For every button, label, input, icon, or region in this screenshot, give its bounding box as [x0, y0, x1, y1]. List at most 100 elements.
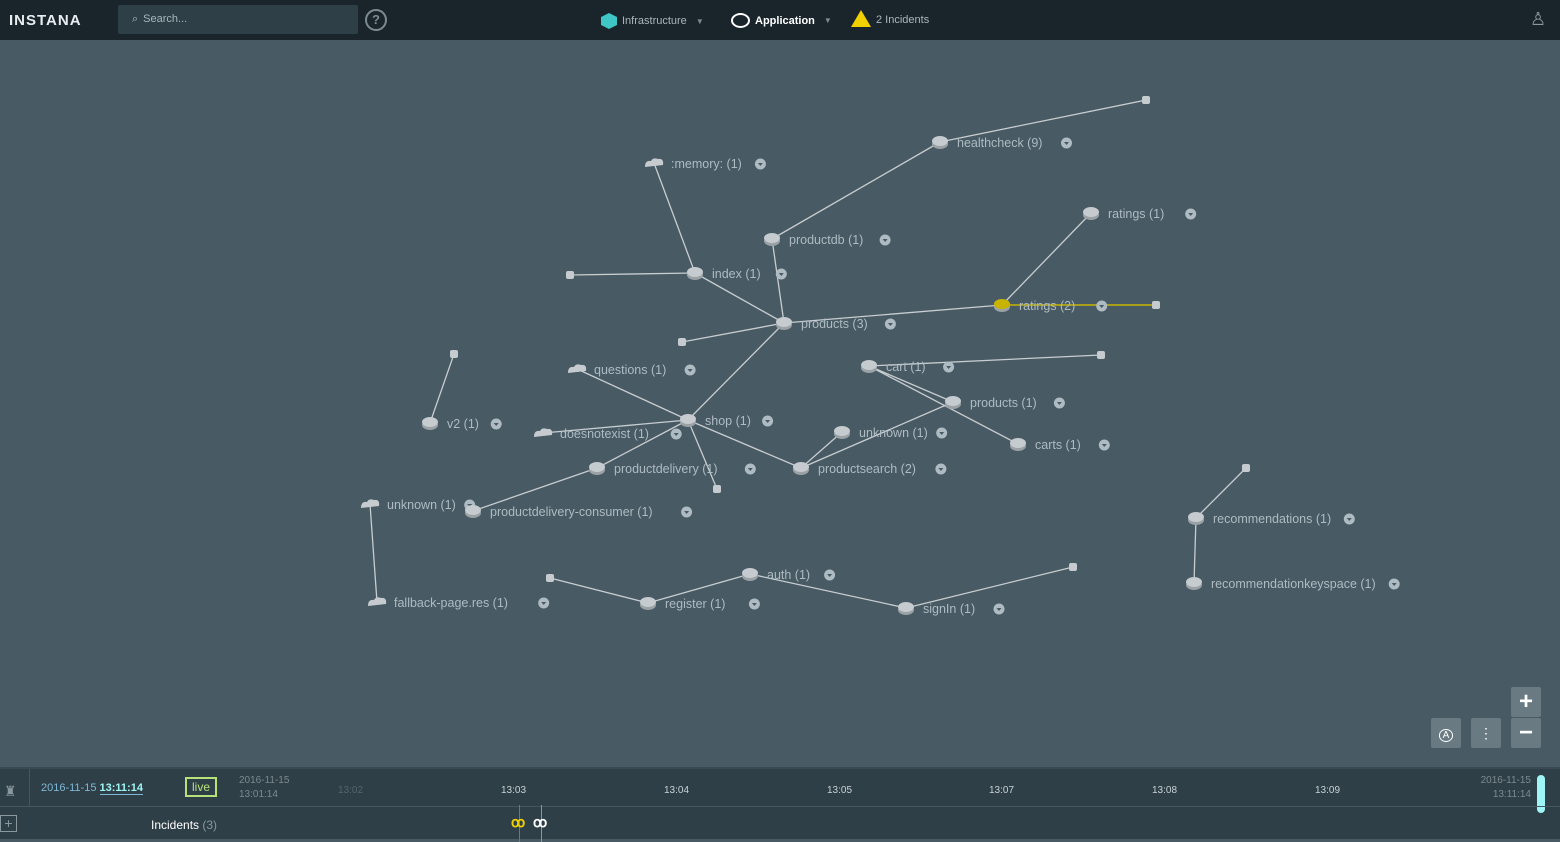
- graph-node[interactable]: doesnotexist (1): [534, 427, 682, 441]
- graph-node[interactable]: productsearch (2): [793, 462, 947, 476]
- pin-icon[interactable]: ♜: [4, 783, 17, 800]
- graph-node[interactable]: fallback-page.res (1): [368, 596, 550, 610]
- node-label: recommendationkeyspace (1): [1211, 577, 1376, 591]
- service-node-top: [834, 426, 850, 436]
- node-label: register (1): [665, 597, 725, 611]
- node-label: unknown (1): [859, 426, 928, 440]
- auto-layout-icon: A: [1438, 729, 1454, 742]
- graph-edge: [369, 503, 378, 603]
- service-node-top: [640, 597, 656, 607]
- nav-infrastructure[interactable]: Infrastructure ▼: [601, 13, 704, 29]
- graph-node[interactable]: shop (1): [680, 414, 774, 428]
- node-label: index (1): [712, 267, 761, 281]
- service-node-top: [465, 505, 481, 515]
- graph-node[interactable]: recommendationkeyspace (1): [1186, 577, 1400, 591]
- graph-node[interactable]: ratings (1): [1083, 207, 1197, 221]
- incidents-count: (3): [202, 818, 218, 832]
- graph-node[interactable]: productdb (1): [764, 233, 891, 247]
- endpoint-icon: [678, 338, 686, 346]
- node-label: productdb (1): [789, 233, 863, 247]
- nav-application[interactable]: Application ▼: [731, 13, 832, 28]
- incident-white-icon[interactable]: ꝏ: [533, 814, 547, 831]
- graph-node[interactable]: [678, 338, 686, 346]
- service-node-top: [742, 568, 758, 578]
- node-label: shop (1): [705, 414, 751, 428]
- top-bar: INSTANA ⌕ Search... ? Infrastructure ▼ App…: [0, 0, 1560, 40]
- graph-node[interactable]: [1142, 96, 1150, 104]
- graph-node[interactable]: [1097, 351, 1105, 359]
- add-track-button[interactable]: +: [0, 815, 17, 832]
- graph-node[interactable]: [1242, 464, 1250, 472]
- graph-node[interactable]: v2 (1): [422, 417, 502, 431]
- graph-node[interactable]: unknown (1): [361, 498, 476, 512]
- current-clock: 13:11:14: [99, 782, 143, 795]
- range-start-date: 2016-11-15: [239, 775, 290, 786]
- graph-node[interactable]: signIn (1): [898, 602, 1005, 616]
- graph-node[interactable]: questions (1): [568, 363, 696, 377]
- search-placeholder: Search...: [143, 13, 188, 25]
- zoom-out-button[interactable]: −: [1511, 718, 1541, 748]
- timeline: ♜ 2016-11-15 13:11:14 live 2016-11-15 13:…: [0, 767, 1560, 842]
- graph-node[interactable]: productdelivery-consumer (1): [465, 505, 693, 519]
- graph-node[interactable]: products (3): [776, 317, 896, 331]
- graph-node[interactable]: auth (1): [742, 568, 836, 582]
- node-label: unknown (1): [387, 498, 456, 512]
- graph-node[interactable]: [1069, 563, 1077, 571]
- node-label: recommendations (1): [1213, 512, 1331, 526]
- instana-logo[interactable]: INSTANA: [9, 12, 82, 29]
- application-graph[interactable]: healthcheck (9) :memory: (1) productdb (1)…: [0, 40, 1560, 767]
- tick-label: 13:05: [827, 785, 853, 796]
- help-button[interactable]: ?: [365, 9, 387, 31]
- incident-yellow-icon[interactable]: ꝏ: [511, 814, 525, 831]
- graph-node[interactable]: [1152, 301, 1160, 309]
- endpoint-icon: [1152, 301, 1160, 309]
- service-node-top: [932, 136, 948, 146]
- cloud-service-icon: [361, 499, 380, 508]
- endpoint-icon: [1242, 464, 1250, 472]
- search-input[interactable]: ⌕ Search...: [118, 5, 358, 34]
- node-label: carts (1): [1035, 438, 1081, 452]
- service-node-top: [994, 299, 1010, 309]
- current-time[interactable]: 2016-11-15 13:11:14: [41, 782, 143, 795]
- graph-node[interactable]: productdelivery (1): [589, 462, 756, 476]
- graph-node[interactable]: recommendations (1): [1188, 512, 1355, 526]
- graph-edge: [1001, 212, 1092, 306]
- graph-node[interactable]: [450, 350, 458, 358]
- node-label: auth (1): [767, 568, 810, 582]
- tick-label: 13:03: [501, 785, 527, 796]
- graph-node[interactable]: healthcheck (9): [932, 136, 1072, 150]
- service-node-top: [422, 417, 438, 427]
- tick-label: 13:02: [338, 785, 364, 796]
- graph-node[interactable]: ratings (2): [994, 299, 1108, 313]
- graph-node[interactable]: unknown (1): [834, 426, 948, 440]
- service-node-top: [861, 360, 877, 370]
- graph-node[interactable]: [713, 485, 721, 493]
- graph-edge: [1195, 467, 1247, 519]
- range-end-time: 13:11:14: [1492, 789, 1531, 800]
- node-label: :memory: (1): [671, 157, 742, 171]
- nav-incidents[interactable]: 2 Incidents: [851, 10, 929, 27]
- node-label: fallback-page.res (1): [394, 596, 508, 610]
- endpoint-icon: [713, 485, 721, 493]
- graph-node[interactable]: [566, 271, 574, 279]
- graph-node[interactable]: register (1): [640, 597, 760, 611]
- graph-node[interactable]: index (1): [687, 267, 787, 281]
- user-icon[interactable]: ♙: [1530, 9, 1546, 30]
- endpoint-icon: [566, 271, 574, 279]
- current-date: 2016-11-15: [41, 782, 97, 794]
- caret-down-icon: ▼: [823, 16, 832, 25]
- graph-node[interactable]: products (1): [945, 396, 1065, 410]
- range-end: 2016-11-15 13:11:14: [1481, 774, 1531, 802]
- service-node-top: [1186, 577, 1202, 587]
- filter-funnel-button[interactable]: ⋮: [1471, 718, 1501, 748]
- auto-layout-button[interactable]: A: [1431, 718, 1461, 748]
- live-button[interactable]: live: [185, 777, 218, 797]
- graph-edge: [1193, 517, 1197, 584]
- node-label: ratings (2): [1019, 299, 1075, 313]
- graph-node[interactable]: carts (1): [1010, 438, 1110, 452]
- zoom-in-button[interactable]: +: [1511, 687, 1541, 717]
- service-node-top: [898, 602, 914, 612]
- graph-node[interactable]: [546, 574, 554, 582]
- graph-node[interactable]: :memory: (1): [645, 157, 766, 171]
- node-label: products (3): [801, 317, 868, 331]
